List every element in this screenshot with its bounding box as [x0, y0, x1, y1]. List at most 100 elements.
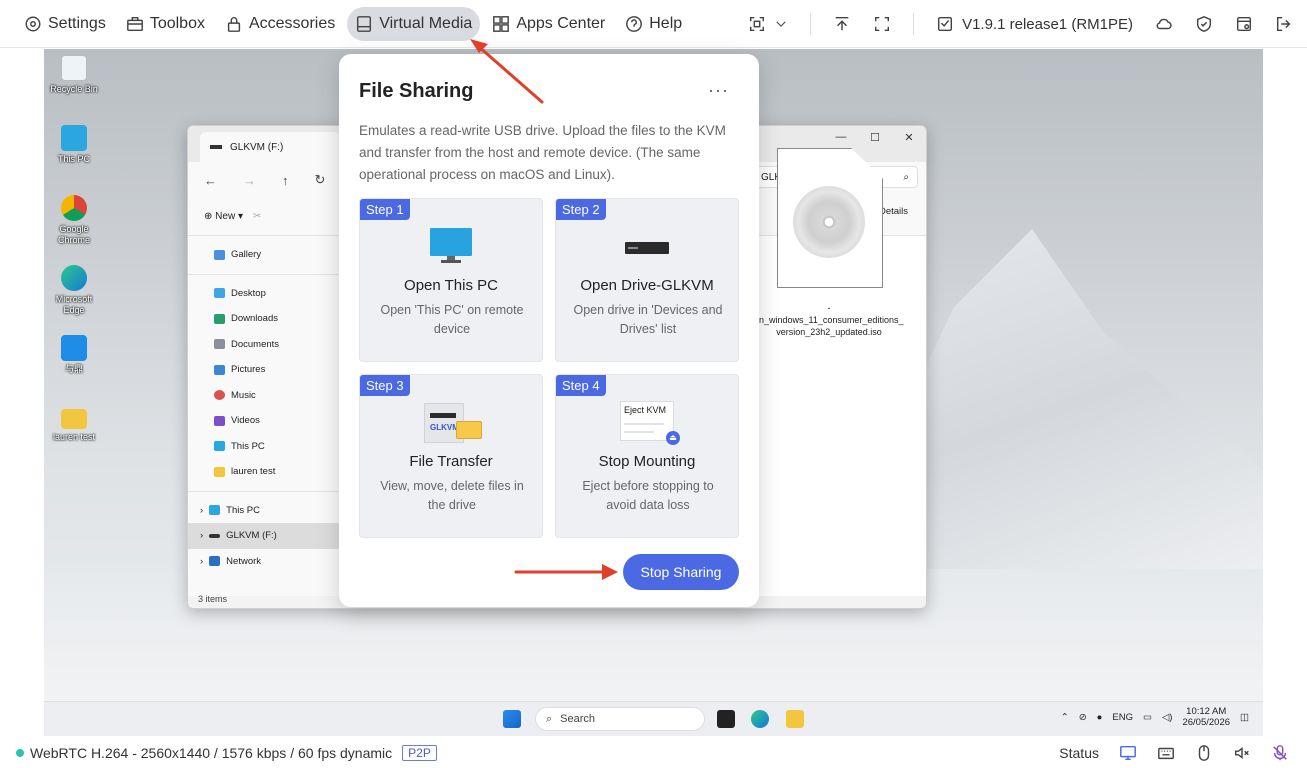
- divider: [188, 490, 339, 492]
- logout-icon[interactable]: [1275, 15, 1293, 33]
- chevron-right-icon: ›: [200, 530, 204, 542]
- step-title: File Transfer: [409, 453, 493, 470]
- sidebar-item-videos[interactable]: Videos: [188, 408, 339, 434]
- top-right-tools: V1.9.1 release1 (RM1PE): [748, 0, 1293, 48]
- edge-icon[interactable]: [751, 710, 769, 728]
- step-badge: Step 3: [360, 375, 410, 396]
- desktop-icon-app[interactable]: 与鼎: [44, 335, 104, 375]
- taskbar-search[interactable]: ⌕ Search: [535, 707, 705, 731]
- menu-apps-center[interactable]: Apps Center: [484, 7, 613, 41]
- notification-icon[interactable]: ◫: [1240, 712, 1249, 723]
- cloud-icon[interactable]: [1155, 15, 1173, 33]
- sidebar-item-gallery[interactable]: Gallery: [188, 242, 339, 268]
- menu-apps-center-label: Apps Center: [516, 14, 606, 32]
- tree-item-network[interactable]: › Network: [188, 549, 339, 575]
- divider: [810, 13, 812, 35]
- fullscreen-icon[interactable]: [873, 15, 891, 33]
- window-controls: — ☐ ✕: [824, 126, 926, 148]
- taskbar-search-label: Search: [560, 713, 596, 725]
- tree-label: GLKVM (F:): [226, 530, 277, 542]
- sidebar-label: lauren test: [231, 466, 276, 478]
- speaker-muted-icon[interactable]: [1233, 744, 1251, 762]
- forward-arrow-icon[interactable]: →: [243, 173, 256, 188]
- picture-icon: [214, 364, 225, 375]
- folder-icon: [61, 409, 87, 429]
- maximize-icon[interactable]: ☐: [858, 126, 892, 148]
- sidebar-item-downloads[interactable]: Downloads: [188, 306, 339, 332]
- chevron-right-icon: ›: [200, 504, 204, 516]
- drive-icon: [625, 242, 669, 254]
- minimize-icon[interactable]: —: [824, 126, 858, 148]
- up-arrow-icon[interactable]: ↑: [282, 173, 289, 188]
- upload-icon[interactable]: [833, 15, 851, 33]
- folder-icon: [456, 421, 482, 439]
- taskbar-clock[interactable]: 10:12 AM 26/05/2026: [1182, 706, 1230, 728]
- desktop-icon-label: Recycle Bin: [50, 84, 98, 94]
- drive-icon: [210, 145, 222, 149]
- step-title: Open This PC: [404, 277, 498, 294]
- file-explorer-icon[interactable]: [786, 710, 804, 728]
- sidebar-item-documents[interactable]: Documents: [188, 332, 339, 358]
- explorer-sidebar: Gallery Desktop Downloads Documents Pict…: [188, 236, 340, 596]
- music-icon: [214, 390, 225, 401]
- desktop-icon-folder[interactable]: lauren test: [44, 405, 104, 443]
- sidebar-item-desktop[interactable]: Desktop: [188, 281, 339, 307]
- eject-icon: ⏏: [666, 431, 680, 445]
- tree-item-glkvm[interactable]: › GLKVM (F:): [188, 523, 339, 549]
- help-icon: [626, 15, 643, 32]
- menu-toolbox[interactable]: Toolbox: [118, 7, 213, 41]
- sidebar-item-music[interactable]: Music: [188, 383, 339, 409]
- close-icon[interactable]: ✕: [892, 126, 926, 148]
- version-label: V1.9.1 release1 (RM1PE): [962, 15, 1133, 33]
- refresh-icon[interactable]: ↻: [315, 172, 326, 188]
- task-view-icon[interactable]: [717, 710, 735, 728]
- stop-sharing-button[interactable]: Stop Sharing: [623, 554, 739, 590]
- sidebar-item-pictures[interactable]: Pictures: [188, 357, 339, 383]
- menu-toolbox-label: Toolbox: [149, 14, 205, 32]
- back-arrow-icon[interactable]: ←: [204, 173, 217, 188]
- more-options-button[interactable]: ···: [708, 80, 729, 101]
- chevron-up-icon[interactable]: ⌃: [1061, 712, 1069, 723]
- desktop-icon-label: lauren test: [52, 432, 96, 442]
- desktop-icon-recycle-bin[interactable]: Recycle Bin: [44, 55, 104, 95]
- firmware-icon: [938, 16, 953, 32]
- p2p-badge: P2P: [402, 744, 437, 761]
- capture-mode-dropdown[interactable]: [748, 15, 788, 33]
- sidebar-item-this-pc[interactable]: This PC: [188, 434, 339, 460]
- menu-help-label: Help: [649, 14, 683, 32]
- sidebar-item-lauren-test[interactable]: lauren test: [188, 459, 339, 485]
- shield-icon[interactable]: [1195, 15, 1213, 33]
- monitor-icon[interactable]: [1119, 744, 1137, 762]
- window-icon[interactable]: [1235, 15, 1253, 33]
- network-status-icon[interactable]: ⊘: [1079, 712, 1087, 723]
- desktop-icon-this-pc[interactable]: This PC: [44, 125, 104, 165]
- volume-icon[interactable]: ◁): [1162, 712, 1172, 723]
- search-icon: ⌕: [546, 712, 553, 725]
- app-icon: [61, 335, 87, 361]
- tree-item-this-pc[interactable]: › This PC: [188, 498, 339, 524]
- file-sharing-panel: File Sharing ··· Emulates a read-write U…: [339, 54, 759, 607]
- document-icon: [214, 339, 225, 350]
- tree-label: This PC: [226, 504, 260, 516]
- status-label[interactable]: Status: [1059, 745, 1099, 761]
- menu-accessories[interactable]: Accessories: [217, 7, 343, 41]
- drive-icon: [209, 533, 221, 538]
- mouse-icon[interactable]: [1195, 744, 1213, 762]
- explorer-tab[interactable]: GLKVM (F:): [200, 132, 340, 162]
- start-icon[interactable]: [503, 710, 521, 728]
- microphone-muted-icon[interactable]: [1271, 744, 1289, 762]
- display-icon[interactable]: ▭: [1143, 712, 1152, 723]
- desktop-icon-edge[interactable]: Microsoft Edge: [44, 265, 104, 316]
- keyboard-icon[interactable]: [1157, 744, 1175, 762]
- sidebar-label: Music: [231, 389, 256, 401]
- tray-app-icon[interactable]: ●: [1097, 712, 1103, 723]
- menu-settings[interactable]: Settings: [16, 7, 114, 41]
- chrome-icon: [61, 195, 87, 221]
- language-indicator[interactable]: ENG: [1112, 712, 1133, 723]
- new-button[interactable]: ⊕ New ▾: [204, 211, 243, 222]
- firmware-version[interactable]: V1.9.1 release1 (RM1PE): [936, 15, 1133, 33]
- cut-icon[interactable]: ✂: [253, 211, 261, 222]
- menu-virtual-media[interactable]: Virtual Media: [347, 6, 481, 41]
- desktop-icon-chrome[interactable]: Google Chrome: [44, 195, 104, 246]
- menu-help[interactable]: Help: [617, 7, 690, 41]
